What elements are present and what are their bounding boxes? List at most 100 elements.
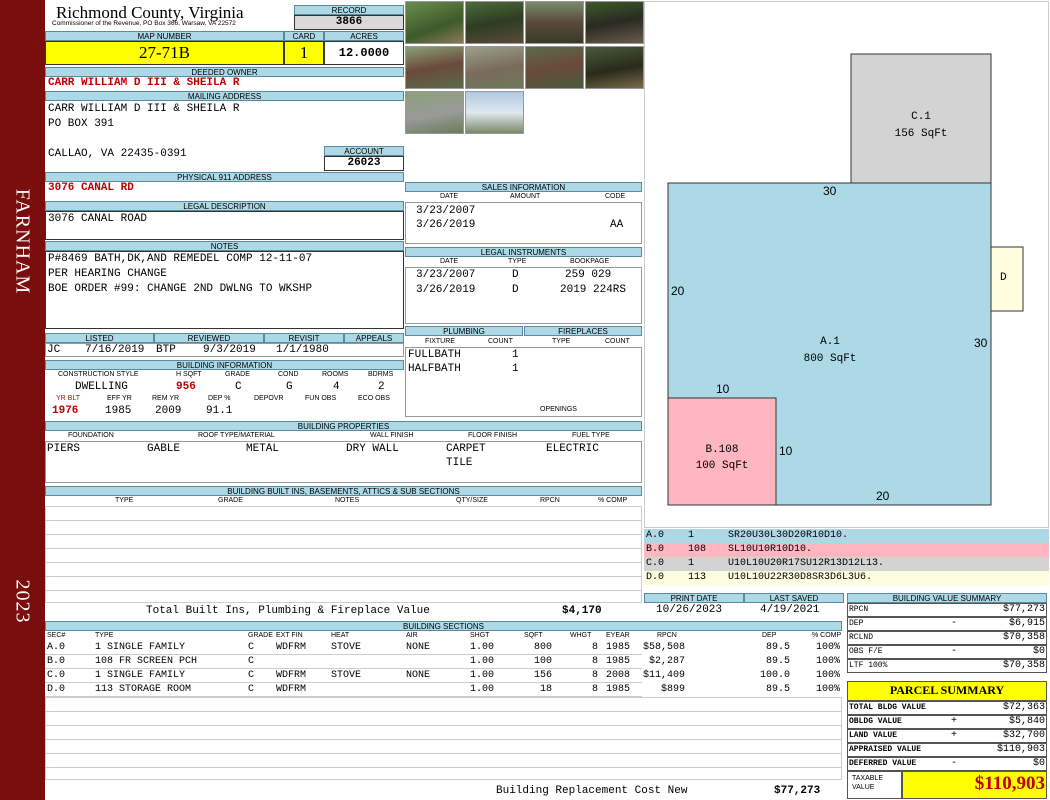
ps-value: $72,363 bbox=[1002, 702, 1045, 713]
property-photo[interactable] bbox=[465, 91, 524, 134]
section-cell: C bbox=[248, 670, 255, 681]
ps-value: $32,700 bbox=[1002, 730, 1045, 741]
depreciation-pct: 91.1 bbox=[206, 405, 233, 417]
plumbing-fixture: HALFBATH bbox=[408, 363, 461, 375]
bv-value: $70,358 bbox=[1002, 632, 1045, 643]
count-header: COUNT bbox=[488, 338, 513, 345]
acres-value: 12.0000 bbox=[338, 46, 390, 60]
sketch-dim: 10 bbox=[779, 444, 793, 458]
property-photo[interactable] bbox=[585, 46, 644, 89]
property-photo[interactable] bbox=[525, 46, 584, 89]
section-cell: A.0 bbox=[47, 642, 66, 653]
property-photo[interactable] bbox=[585, 1, 644, 44]
property-photo[interactable] bbox=[465, 1, 524, 44]
sale-date: 3/23/2007 bbox=[416, 205, 476, 217]
instrument-bookpage-header: BOOKPAGE bbox=[570, 258, 610, 265]
prop-header: FUEL TYPE bbox=[572, 432, 610, 439]
ps-value: $110,903 bbox=[996, 744, 1045, 755]
bi-header: H SQFT bbox=[176, 371, 202, 378]
ps-label: LAND VALUE bbox=[849, 731, 898, 740]
roof-material: METAL bbox=[246, 443, 280, 455]
ps-label: TOTAL BLDG VALUE bbox=[849, 703, 926, 712]
property-photo[interactable] bbox=[405, 46, 464, 89]
bv-value: $77,273 bbox=[1002, 604, 1045, 615]
section-header: WHGT bbox=[570, 632, 592, 639]
builtin-header: NOTES bbox=[335, 497, 360, 504]
bv-label: RCLND bbox=[849, 633, 874, 642]
sketch-code-cell: B.0 bbox=[646, 544, 665, 555]
section-header: EYEAR bbox=[606, 632, 630, 639]
roof-type: GABLE bbox=[147, 443, 181, 455]
plumbing-count: 1 bbox=[512, 349, 519, 361]
section-cell: 89.5 bbox=[765, 642, 790, 653]
sketch-label: B.108 bbox=[705, 444, 739, 456]
sketch-dim: 30 bbox=[974, 336, 988, 350]
section-cell: B.0 bbox=[47, 656, 66, 667]
property-photo[interactable] bbox=[465, 46, 524, 89]
section-cell: 89.5 bbox=[765, 684, 790, 695]
section-cell: $899 bbox=[660, 684, 685, 695]
bv-label: DEP bbox=[849, 619, 864, 628]
taxable-value: $110,903 bbox=[974, 773, 1045, 794]
floor-finish: CARPET bbox=[446, 443, 486, 455]
section-header: % COMP bbox=[812, 632, 842, 639]
reviewed-by: BTP bbox=[156, 344, 176, 356]
deeded-owner: CARR WILLIAM D III & SHEILA R bbox=[48, 77, 240, 89]
section-header: HEAT bbox=[331, 632, 350, 639]
total-builtins-label: Total Built Ins, Plumbing & Fireplace Va… bbox=[146, 605, 430, 617]
section-cell: 100% bbox=[815, 684, 840, 695]
bi-header: FUN OBS bbox=[305, 395, 337, 402]
commissioner-address: Commissioner of the Revenue, PO Box 366,… bbox=[52, 20, 236, 27]
last-saved: 4/19/2021 bbox=[760, 604, 820, 616]
section-cell: $11,409 bbox=[642, 670, 685, 681]
section-cell: C.0 bbox=[47, 670, 66, 681]
mailing-line-2: PO BOX 391 bbox=[48, 118, 115, 130]
district-sidebar: FARNHAM 2023 bbox=[0, 0, 45, 800]
sketch-area-label: 156 SqFt bbox=[894, 128, 948, 140]
property-photo[interactable] bbox=[405, 91, 464, 134]
sketch-code-cell: SR20U30L30D20R10D10. bbox=[728, 530, 849, 541]
mailing-address-label: MAILING ADDRESS bbox=[45, 91, 404, 101]
property-photo[interactable] bbox=[405, 1, 464, 44]
sketch-code-cell: 1 bbox=[688, 530, 695, 541]
acres-label: ACRES bbox=[324, 31, 404, 41]
builtin-header: QTY/SIZE bbox=[456, 497, 488, 504]
ps-value: $0 bbox=[1032, 758, 1045, 769]
sketch-code-cell: D.0 bbox=[646, 572, 665, 583]
prop-header: WALL FINISH bbox=[370, 432, 414, 439]
bi-header: ECO OBS bbox=[358, 395, 390, 402]
section-cell: STOVE bbox=[331, 670, 362, 681]
bi-header: BDRMS bbox=[368, 371, 394, 378]
reviewed-label: REVIEWED bbox=[154, 333, 264, 343]
section-cell: 1985 bbox=[606, 684, 631, 695]
builtin-header: GRADE bbox=[218, 497, 243, 504]
bv-value: $70,358 bbox=[1002, 660, 1045, 671]
mailing-line-1: CARR WILLIAM D III & SHEILA R bbox=[48, 103, 240, 115]
map-number: 27-71B bbox=[139, 43, 190, 62]
prop-header: FOUNDATION bbox=[68, 432, 114, 439]
plumbing-label: PLUMBING bbox=[405, 326, 523, 336]
parcel-summary-title: PARCEL SUMMARY bbox=[889, 683, 1005, 697]
section-cell: 8 bbox=[591, 642, 598, 653]
grade: C bbox=[235, 381, 242, 393]
section-header: EXT FIN bbox=[276, 632, 303, 639]
sketch-code-cell: C.0 bbox=[646, 558, 665, 569]
property-photo[interactable] bbox=[525, 1, 584, 44]
replacement-cost-value: $77,273 bbox=[774, 785, 821, 797]
fireplaces-label: FIREPLACES bbox=[524, 326, 642, 336]
heated-sqft: 956 bbox=[176, 381, 196, 393]
tax-year: 2023 bbox=[11, 579, 34, 624]
section-cell: WDFRM bbox=[276, 670, 307, 681]
section-cell: 100% bbox=[815, 670, 840, 681]
instrument-bookpage: 259 029 bbox=[565, 269, 612, 281]
ps-label: APPRAISED VALUE bbox=[849, 745, 922, 754]
bedrooms: 2 bbox=[378, 381, 385, 393]
note-line-2: PER HEARING CHANGE bbox=[48, 268, 167, 280]
sketch-label: D bbox=[1000, 272, 1007, 284]
builtin-header: RPCN bbox=[540, 497, 560, 504]
sales-code-header: CODE bbox=[605, 193, 626, 200]
sketch-label: C.1 bbox=[911, 111, 931, 123]
bi-header: DEPOVR bbox=[254, 395, 284, 402]
last-saved-label: LAST SAVED bbox=[744, 593, 844, 603]
bv-label: LTF 100% bbox=[849, 661, 888, 670]
